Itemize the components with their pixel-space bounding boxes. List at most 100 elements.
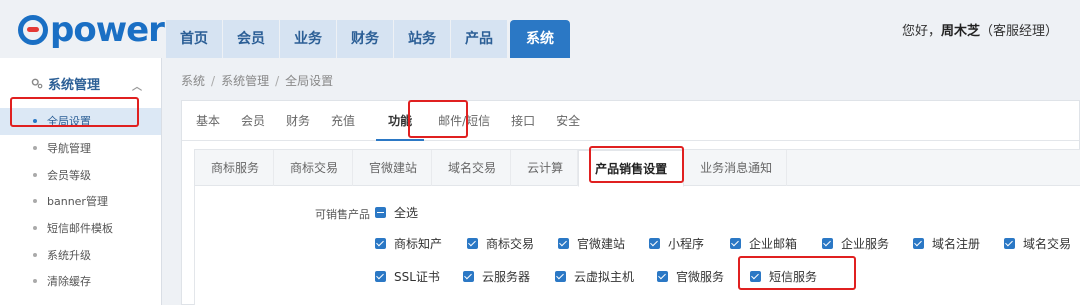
select-all-checkbox[interactable]: 全选 <box>375 204 418 221</box>
product-checkbox[interactable]: 企业邮箱 <box>730 235 797 252</box>
checkbox-checked-icon <box>657 271 668 282</box>
sidebar-item-clear-cache[interactable]: 清除缓存 <box>0 268 161 295</box>
checkbox-checked-icon <box>1004 238 1015 249</box>
checkbox-checked-icon <box>463 271 474 282</box>
topnav-finance[interactable]: 财务 <box>337 20 393 58</box>
checkbox-checked-icon <box>555 271 566 282</box>
sidebar-item-banner[interactable]: banner管理 <box>0 188 161 215</box>
user-name[interactable]: 周木芝 <box>941 24 980 39</box>
bullet-icon <box>33 199 37 204</box>
product-checkbox[interactable]: 云虚拟主机 <box>555 268 634 285</box>
product-checkbox[interactable]: 云服务器 <box>463 268 530 285</box>
checkbox-checked-icon <box>375 271 386 282</box>
product-label: 商标交易 <box>486 237 535 251</box>
logo-e-mark <box>18 15 48 45</box>
bullet-icon <box>33 146 37 151</box>
product-checkbox[interactable]: 商标知产 <box>375 235 442 252</box>
user-greeting: 您好， <box>901 24 941 39</box>
product-label: 小程序 <box>668 237 705 251</box>
breadcrumb-separator: / <box>275 74 280 88</box>
product-label: 商标知产 <box>394 237 443 251</box>
sidebar-item-label: banner管理 <box>47 195 108 209</box>
bullet-icon <box>33 279 37 284</box>
checkbox-checked-icon <box>913 238 924 249</box>
product-label: 云服务器 <box>482 270 531 284</box>
product-checkbox[interactable]: 官微服务 <box>657 268 724 285</box>
breadcrumb-current: 全局设置 <box>285 74 334 88</box>
product-label: 域名注册 <box>932 237 981 251</box>
product-label: 域名交易 <box>1023 237 1072 251</box>
sidebar-section-title: 系统管理 <box>48 77 101 93</box>
checkbox-indeterminate-icon <box>375 207 386 218</box>
topnav-system[interactable]: 系统 <box>510 20 570 58</box>
sellable-products-label: 可销售产品 <box>315 208 370 221</box>
logo-text: power <box>50 10 165 50</box>
subtab-business-notify[interactable]: 业务消息通知 <box>684 150 788 186</box>
chevron-up-icon[interactable]: ︿ <box>132 78 142 93</box>
product-checkbox[interactable]: 企业服务 <box>822 235 889 252</box>
sidebar-item-member-level[interactable]: 会员等级 <box>0 161 161 188</box>
breadcrumb-separator: / <box>211 74 216 88</box>
settings-tabs: 基本 会员 财务 充值 功能 邮件/短信 接口 安全 <box>182 101 1079 141</box>
subtab-trademark-trade[interactable]: 商标交易 <box>274 150 354 186</box>
checkbox-checked-icon <box>649 238 660 249</box>
sidebar-item-label: 会员等级 <box>47 168 91 182</box>
sidebar: 系统管理 ︿ 全局设置 导航管理 会员等级 banner管理 短信邮件模板 系统… <box>0 58 162 305</box>
subtab-site-builder[interactable]: 官微建站 <box>353 150 433 186</box>
sidebar-item-sms-email-template[interactable]: 短信邮件模板 <box>0 215 161 242</box>
tab-security[interactable]: 安全 <box>556 101 595 141</box>
topnav-business[interactable]: 业务 <box>280 20 336 58</box>
tab-finance[interactable]: 财务 <box>286 101 325 141</box>
gear-icon <box>31 78 43 89</box>
product-checkbox[interactable]: 小程序 <box>649 235 704 252</box>
topnav-product[interactable]: 产品 <box>451 20 507 58</box>
checkbox-checked-icon <box>730 238 741 249</box>
checkbox-checked-icon <box>822 238 833 249</box>
product-checkbox[interactable]: SSL证书 <box>375 268 440 285</box>
product-label: 官微建站 <box>577 237 626 251</box>
breadcrumb: 系统 / 系统管理 / 全局设置 <box>181 72 333 89</box>
product-label: 官微服务 <box>676 270 725 284</box>
product-checkbox[interactable]: 商标交易 <box>467 235 534 252</box>
product-label: SSL证书 <box>394 270 440 284</box>
checkbox-checked-icon <box>375 238 386 249</box>
sidebar-item-label: 系统升级 <box>47 248 91 262</box>
checkbox-checked-icon <box>558 238 569 249</box>
bullet-icon <box>33 172 37 177</box>
sidebar-item-nav-manage[interactable]: 导航管理 <box>0 135 161 162</box>
breadcrumb-system[interactable]: 系统 <box>181 74 205 88</box>
highlight-sms-service <box>738 256 856 290</box>
product-label: 企业服务 <box>841 237 890 251</box>
topnav-member[interactable]: 会员 <box>223 20 279 58</box>
user-role: （客服经理） <box>979 24 1058 39</box>
app-header: power 首页 会员 业务 财务 站务 产品 系统 您好，周木芝（客服经理） <box>0 0 1080 58</box>
bullet-icon <box>33 252 37 257</box>
subtab-domain-trade[interactable]: 域名交易 <box>432 150 512 186</box>
settings-panel: 基本 会员 财务 充值 功能 邮件/短信 接口 安全 商标服务 商标交易 官微建… <box>181 100 1080 305</box>
tab-interface[interactable]: 接口 <box>511 101 550 141</box>
sidebar-item-upgrade[interactable]: 系统升级 <box>0 241 161 268</box>
highlight-product-sales-tab <box>589 146 684 183</box>
epower-logo[interactable]: power <box>18 10 165 50</box>
sidebar-item-label: 导航管理 <box>47 142 91 156</box>
product-checkbox[interactable]: 域名交易 <box>1004 235 1071 252</box>
sidebar-item-label: 短信邮件模板 <box>47 222 113 236</box>
sidebar-item-label: 清除缓存 <box>47 275 91 289</box>
topnav-site[interactable]: 站务 <box>394 20 450 58</box>
top-nav: 首页 会员 业务 财务 站务 产品 系统 <box>166 20 571 58</box>
product-checkbox[interactable]: 官微建站 <box>558 235 625 252</box>
checkbox-checked-icon <box>467 238 478 249</box>
product-label: 企业邮箱 <box>749 237 798 251</box>
breadcrumb-system-manage[interactable]: 系统管理 <box>221 74 269 88</box>
subtab-trademark-service[interactable]: 商标服务 <box>195 150 275 186</box>
tab-member[interactable]: 会员 <box>241 101 280 141</box>
user-info: 您好，周木芝（客服经理） <box>902 20 1058 39</box>
topnav-home[interactable]: 首页 <box>166 20 222 58</box>
bullet-icon <box>33 226 37 231</box>
tab-recharge[interactable]: 充值 <box>331 101 370 141</box>
select-all-label: 全选 <box>394 206 419 220</box>
subtab-cloud[interactable]: 云计算 <box>511 150 579 186</box>
product-checkbox[interactable]: 域名注册 <box>913 235 980 252</box>
highlight-global-settings <box>10 97 139 127</box>
tab-basic[interactable]: 基本 <box>196 101 235 141</box>
